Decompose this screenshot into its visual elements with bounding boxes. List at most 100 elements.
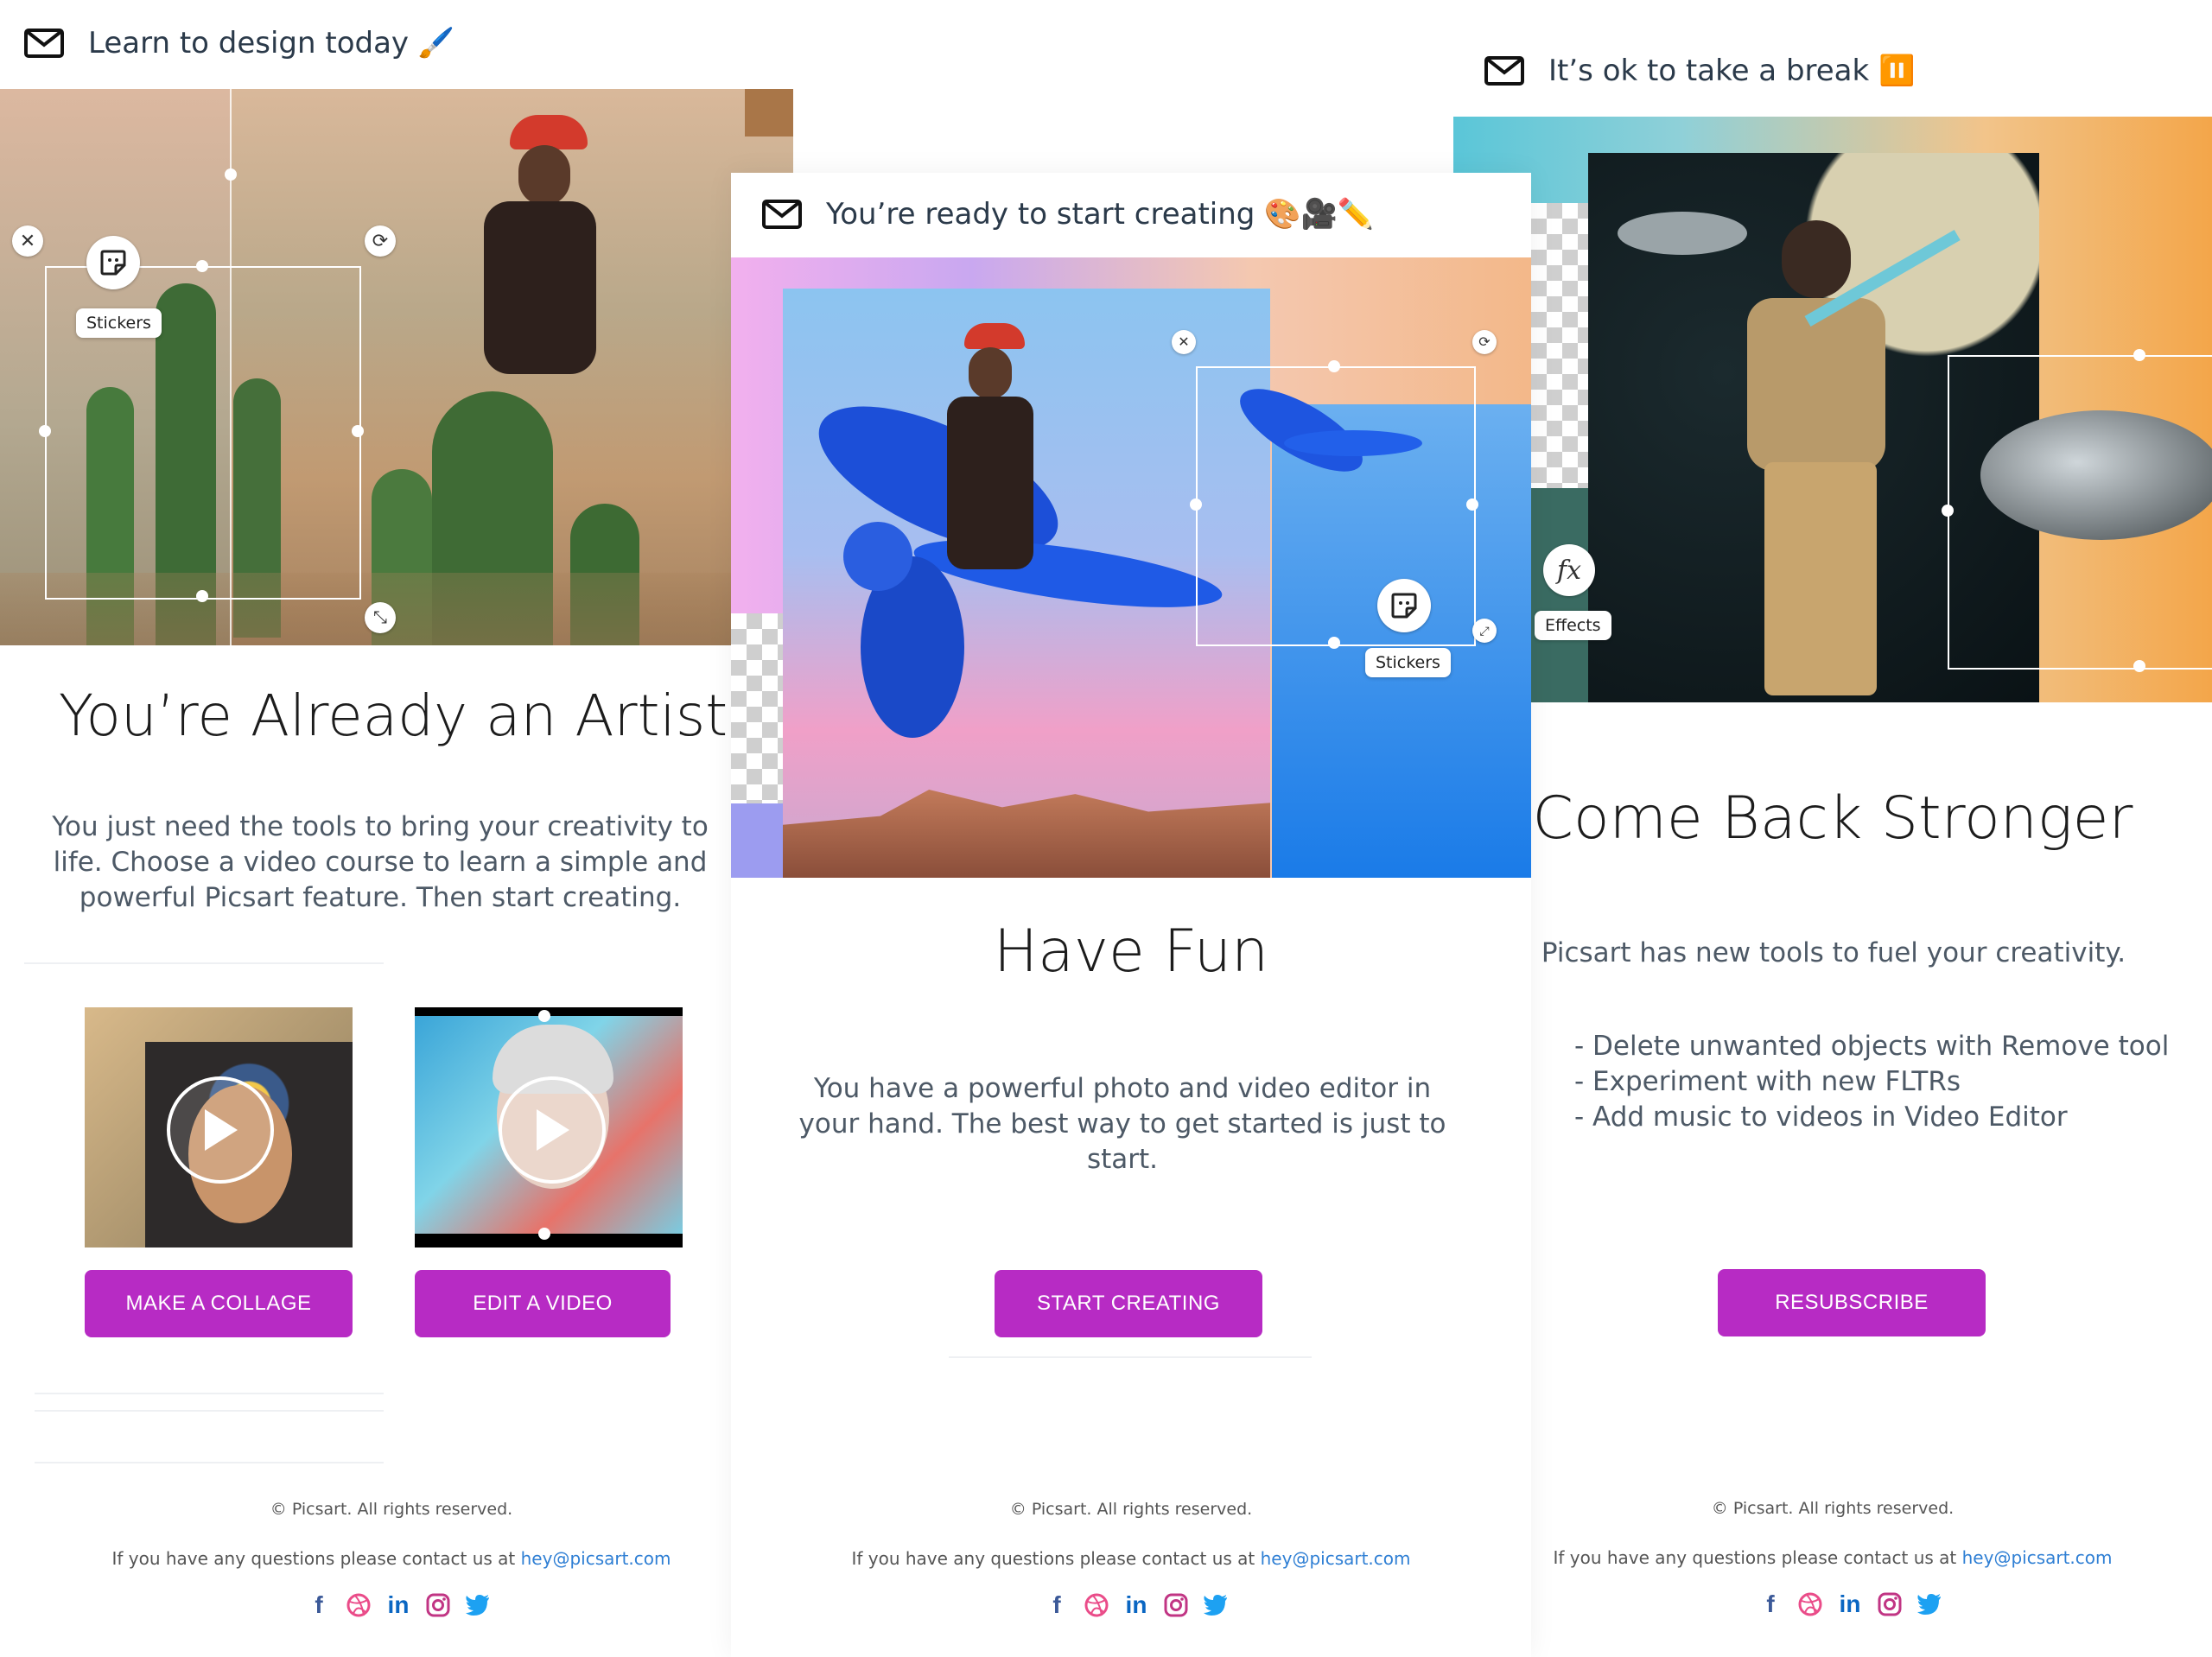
feature-item: - Add music to videos in Video Editor bbox=[1574, 1101, 2068, 1133]
twitter-icon[interactable] bbox=[1916, 1591, 1942, 1617]
selection-handle[interactable] bbox=[2133, 660, 2145, 672]
contact-line: If you have any questions please contact… bbox=[0, 1548, 783, 1569]
body-text: Picsart has new tools to fuel your creat… bbox=[1541, 937, 2126, 968]
divider bbox=[35, 1393, 384, 1394]
copyright: © Picsart. All rights reserved. bbox=[1009, 1500, 1253, 1519]
facebook-icon[interactable]: f bbox=[306, 1591, 332, 1618]
effects-tooltip: Effects bbox=[1535, 611, 1611, 640]
dribbble-icon[interactable] bbox=[1084, 1592, 1109, 1618]
close-icon[interactable]: ✕ bbox=[1172, 330, 1196, 354]
sticker-icon[interactable] bbox=[86, 236, 140, 289]
contact-text: If you have any questions please contact… bbox=[111, 1548, 521, 1569]
envelope-icon bbox=[762, 200, 802, 229]
feature-list: - Delete unwanted objects with Remove to… bbox=[1574, 1029, 2169, 1135]
divider bbox=[24, 962, 384, 964]
email-link[interactable]: hey@picsart.com bbox=[1261, 1548, 1411, 1569]
contact-line: If you have any questions please contact… bbox=[1453, 1547, 2212, 1568]
selection-handle[interactable] bbox=[538, 1228, 550, 1240]
envelope-icon bbox=[1484, 56, 1524, 86]
model-figure bbox=[415, 115, 631, 400]
subject-line: You’re ready to start creating 🎨🎥✏️ bbox=[762, 197, 1374, 232]
email-panel-artist: Learn to design today 🖌️ ✕ ⟳ ⤡ Stickers … bbox=[0, 0, 793, 1657]
subject-text: You’re ready to start creating 🎨🎥✏️ bbox=[826, 197, 1375, 232]
selection-handle[interactable] bbox=[225, 168, 237, 181]
selection-handle[interactable] bbox=[1190, 498, 1202, 511]
start-creating-button[interactable]: START CREATING bbox=[995, 1270, 1262, 1337]
subject-line: Learn to design today 🖌️ bbox=[24, 26, 454, 60]
sticker-icon[interactable] bbox=[1377, 579, 1431, 632]
subject-text: Learn to design today 🖌️ bbox=[88, 26, 455, 60]
resize-icon[interactable]: ⤢ bbox=[1472, 619, 1497, 643]
contact-text: If you have any questions please contact… bbox=[1553, 1547, 1962, 1568]
play-icon[interactable] bbox=[167, 1076, 274, 1184]
instagram-icon[interactable] bbox=[425, 1592, 451, 1618]
selection-handle[interactable] bbox=[1328, 360, 1340, 372]
copyright: © Picsart. All rights reserved. bbox=[1711, 1499, 1955, 1518]
selection-handle[interactable] bbox=[352, 425, 364, 437]
linkedin-icon[interactable]: in bbox=[385, 1591, 411, 1618]
social-links: f in bbox=[1758, 1590, 1942, 1617]
selection-box[interactable] bbox=[1196, 366, 1476, 646]
guitarist-figure bbox=[1713, 212, 1961, 695]
linkedin-icon[interactable]: in bbox=[1837, 1590, 1863, 1617]
selection-box[interactable] bbox=[1948, 355, 2212, 670]
divider bbox=[949, 1356, 1312, 1358]
headline: Have Fun bbox=[993, 917, 1269, 986]
twitter-icon[interactable] bbox=[465, 1592, 491, 1618]
body-text: You just need the tools to bring your cr… bbox=[52, 811, 709, 913]
video-thumbnail[interactable] bbox=[415, 1007, 683, 1248]
body-text: You have a powerful photo and video edit… bbox=[798, 1073, 1446, 1175]
rider-figure bbox=[930, 323, 1051, 582]
selection-handle[interactable] bbox=[1942, 505, 1954, 517]
social-links: f in bbox=[306, 1591, 491, 1618]
resize-icon[interactable]: ⤡ bbox=[365, 602, 396, 633]
rotate-icon[interactable]: ⟳ bbox=[1472, 330, 1497, 354]
divider bbox=[35, 1462, 384, 1463]
selection-handle[interactable] bbox=[196, 260, 208, 272]
dribbble-icon[interactable] bbox=[346, 1592, 372, 1618]
stickers-tooltip: Stickers bbox=[76, 308, 162, 338]
corner-swatch bbox=[745, 89, 793, 136]
email-link[interactable]: hey@picsart.com bbox=[1962, 1547, 2113, 1568]
rotate-icon[interactable]: ⟳ bbox=[365, 225, 396, 257]
hero-image: ✕ ⟳ ⤡ Stickers bbox=[0, 89, 793, 645]
instagram-icon[interactable] bbox=[1163, 1592, 1189, 1618]
play-icon[interactable] bbox=[499, 1076, 606, 1184]
contact-line: If you have any questions please contact… bbox=[731, 1548, 1531, 1569]
divider bbox=[35, 1410, 384, 1412]
copyright: © Picsart. All rights reserved. bbox=[270, 1500, 513, 1519]
transparency-checker bbox=[731, 613, 783, 803]
edit-video-button[interactable]: EDIT A VIDEO bbox=[415, 1270, 671, 1337]
selection-handle[interactable] bbox=[2133, 349, 2145, 361]
instagram-icon[interactable] bbox=[1877, 1591, 1903, 1617]
email-link[interactable]: hey@picsart.com bbox=[521, 1548, 671, 1569]
feature-item: - Delete unwanted objects with Remove to… bbox=[1574, 1031, 2170, 1062]
make-collage-button[interactable]: MAKE A COLLAGE bbox=[85, 1270, 353, 1337]
subject-line: It’s ok to take a break ⏸️ bbox=[1484, 54, 1915, 88]
resubscribe-button[interactable]: RESUBSCRIBE bbox=[1718, 1269, 1986, 1336]
facebook-icon[interactable]: f bbox=[1758, 1590, 1783, 1617]
selection-handle[interactable] bbox=[1328, 637, 1340, 649]
headline: You’re Already an Artist bbox=[58, 682, 728, 749]
stickers-tooltip: Stickers bbox=[1365, 648, 1451, 677]
selection-handle[interactable] bbox=[196, 590, 208, 602]
fx-icon[interactable]: fx bbox=[1543, 544, 1595, 596]
selection-handle[interactable] bbox=[39, 425, 51, 437]
close-icon[interactable]: ✕ bbox=[12, 225, 43, 257]
feature-item: - Experiment with new FLTRs bbox=[1574, 1066, 1961, 1097]
contact-text: If you have any questions please contact… bbox=[851, 1548, 1261, 1569]
collage-thumbnail[interactable] bbox=[85, 1007, 353, 1248]
selection-handle[interactable] bbox=[1466, 498, 1478, 511]
envelope-icon bbox=[24, 29, 64, 58]
linkedin-icon[interactable]: in bbox=[1123, 1591, 1149, 1618]
selection-handle[interactable] bbox=[538, 1010, 550, 1022]
email-panel-have-fun: You’re ready to start creating 🎨🎥✏️ ✕ ⟳ … bbox=[731, 173, 1531, 1657]
email-panel-comeback: It’s ok to take a break ⏸️ fx Effects Co… bbox=[1453, 0, 2212, 1657]
hero-image: ✕ ⟳ ⤢ Stickers bbox=[731, 257, 1531, 878]
facebook-icon[interactable]: f bbox=[1044, 1591, 1070, 1618]
transparency-checker bbox=[1531, 203, 1593, 488]
subject-text: It’s ok to take a break ⏸️ bbox=[1548, 54, 1916, 88]
headline: Come Back Stronger bbox=[1532, 784, 2133, 853]
twitter-icon[interactable] bbox=[1203, 1592, 1229, 1618]
dribbble-icon[interactable] bbox=[1797, 1591, 1823, 1617]
